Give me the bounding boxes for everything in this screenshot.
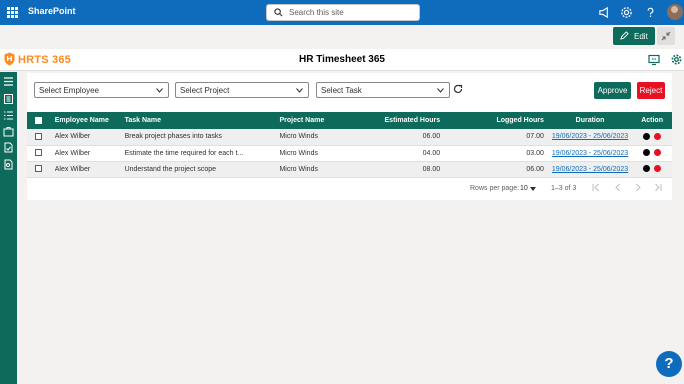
app-launcher-icon[interactable] [7, 7, 18, 18]
first-page-icon[interactable] [592, 183, 600, 192]
chat-screen-icon[interactable] [648, 54, 660, 66]
select-all-checkbox[interactable] [35, 116, 43, 124]
help-button[interactable]: ? [656, 351, 682, 377]
column-header[interactable]: Logged Hours [444, 112, 548, 129]
table-row: Alex Wilber Break project phases into ta… [27, 129, 672, 145]
project-select-value: Select Project [180, 86, 230, 95]
approve-check-icon[interactable] [643, 165, 651, 173]
table-row: Alex Wilber Understand the project scope… [27, 161, 672, 177]
refresh-icon[interactable] [453, 84, 463, 94]
user-avatar[interactable] [667, 4, 683, 20]
search-icon [274, 8, 283, 17]
employee-select[interactable]: Select Employee [34, 82, 169, 98]
column-header[interactable]: Duration [548, 112, 632, 129]
last-page-icon[interactable] [654, 183, 662, 192]
caret-down-icon[interactable] [530, 187, 536, 191]
settings-gear-icon[interactable] [671, 54, 682, 65]
column-header[interactable]: Task Name [121, 112, 276, 129]
search-box[interactable]: Search this site [266, 4, 420, 21]
reject-button[interactable]: Reject [637, 82, 665, 99]
approve-check-icon[interactable] [643, 149, 651, 157]
timesheet-table: Employee Name Task Name Project Name Est… [27, 112, 672, 178]
row-checkbox[interactable] [35, 133, 43, 141]
rows-per-page-label: Rows per page: [470, 185, 520, 192]
task-cell: Break project phases into tasks [124, 133, 222, 141]
next-page-icon[interactable] [634, 183, 642, 192]
logged-hours-cell: 03.00 [526, 149, 544, 157]
column-header: Action [641, 117, 663, 124]
task-select[interactable]: Select Task [316, 82, 450, 98]
logged-hours-cell: 06.00 [526, 165, 544, 173]
document-search-icon[interactable] [3, 159, 14, 170]
reject-x-icon[interactable] [654, 165, 662, 173]
megaphone-icon[interactable] [598, 6, 611, 19]
duration-link[interactable]: 19/06/2023 - 25/06/2023 [552, 150, 628, 157]
duration-link[interactable]: 19/06/2023 - 25/06/2023 [552, 133, 628, 140]
duration-link[interactable]: 19/06/2023 - 25/06/2023 [552, 166, 628, 173]
column-header[interactable]: Estimated Hours [365, 112, 445, 129]
approve-button[interactable]: Approve [594, 82, 631, 99]
reject-x-icon[interactable] [654, 149, 662, 157]
gear-icon[interactable] [620, 6, 633, 19]
task-cell: Estimate the time required for each t... [124, 149, 244, 157]
suite-bar: SharePoint Search this site [0, 0, 684, 25]
project-cell: Micro Winds [279, 149, 318, 157]
document-check-icon[interactable] [3, 142, 14, 153]
row-checkbox[interactable] [35, 149, 43, 157]
project-select[interactable]: Select Project [175, 82, 309, 98]
approve-check-icon[interactable] [643, 133, 651, 141]
search-placeholder: Search this site [289, 8, 344, 17]
menu-icon[interactable] [3, 76, 14, 87]
employee-cell: Alex Wilber [54, 149, 91, 157]
page-title: HR Timesheet 365 [299, 54, 385, 65]
pencil-icon [620, 31, 629, 40]
logged-hours-cell: 07.00 [526, 133, 544, 141]
table-header-row: Employee Name Task Name Project Name Est… [27, 112, 672, 129]
estimated-hours-cell: 04.00 [422, 149, 441, 157]
task-select-value: Select Task [321, 86, 362, 95]
chevron-down-icon [437, 88, 444, 93]
help-question-icon[interactable] [644, 6, 657, 19]
edit-label: Edit [634, 32, 648, 41]
left-sidebar [0, 72, 17, 384]
edit-button[interactable]: Edit [613, 27, 655, 45]
employee-select-value: Select Employee [39, 86, 100, 95]
prev-page-icon[interactable] [614, 183, 622, 192]
project-cell: Micro Winds [279, 133, 318, 141]
rows-per-page-select[interactable]: 10 [520, 185, 528, 192]
employee-cell: Alex Wilber [54, 133, 91, 141]
reject-x-icon[interactable] [654, 133, 662, 141]
timesheet-card: Select Employee Select Project Select Ta… [27, 73, 672, 200]
briefcase-icon[interactable] [3, 126, 14, 137]
task-cell: Understand the project scope [124, 165, 217, 173]
task-list-icon[interactable] [3, 110, 14, 121]
app-header: HRTS 365 HR Timesheet 365 [0, 49, 684, 71]
project-cell: Micro Winds [279, 165, 318, 173]
table-row: Alex Wilber Estimate the time required f… [27, 145, 672, 161]
clipboard-icon[interactable] [3, 93, 14, 104]
chevron-down-icon [296, 88, 303, 93]
chevron-down-icon [156, 88, 163, 93]
estimated-hours-cell: 08.00 [422, 165, 441, 173]
collapse-icon [661, 31, 671, 41]
column-header[interactable]: Employee Name [51, 112, 121, 129]
row-checkbox[interactable] [35, 165, 43, 173]
employee-cell: Alex Wilber [54, 165, 91, 173]
column-header[interactable]: Project Name [275, 112, 364, 129]
collapse-button[interactable] [657, 27, 675, 45]
estimated-hours-cell: 06.00 [422, 133, 441, 141]
pagination-range: 1–3 of 3 [551, 185, 577, 192]
suite-app-name[interactable]: SharePoint [28, 6, 76, 16]
